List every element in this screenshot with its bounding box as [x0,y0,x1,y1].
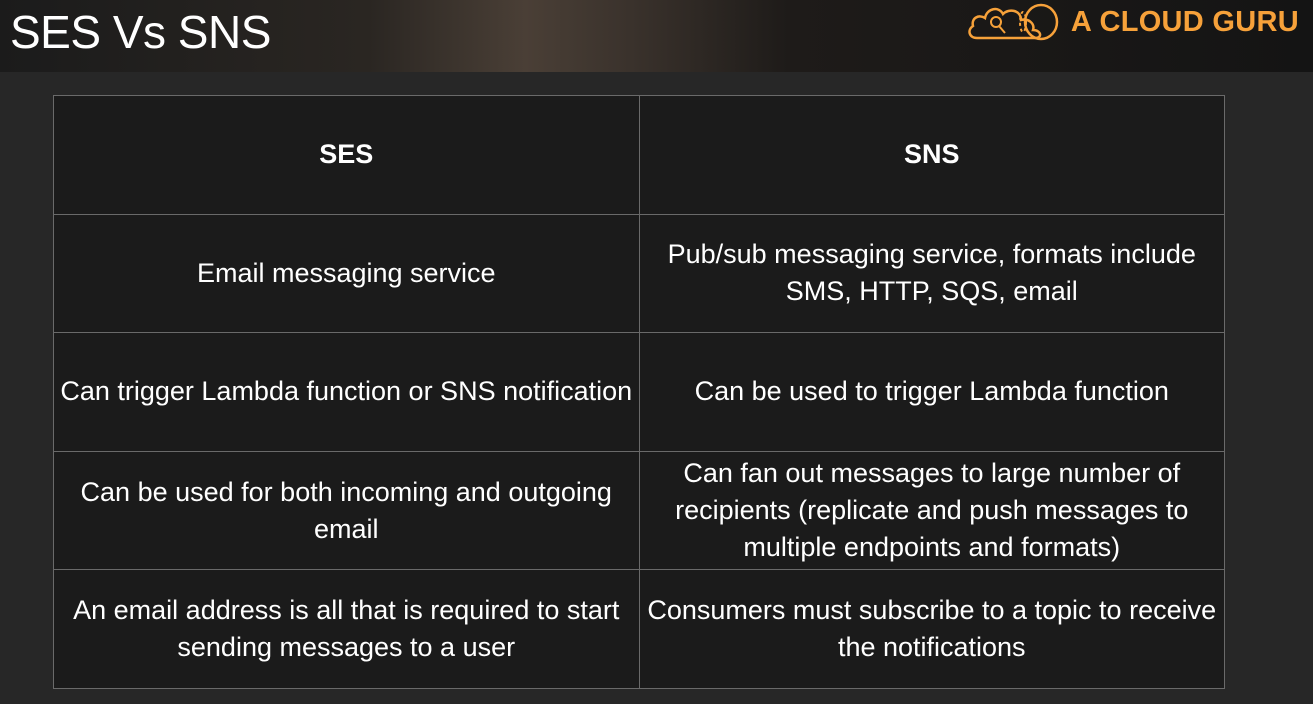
table-row: Email messaging service Pub/sub messagin… [53,213,1225,334]
table-cell-ses: Email messaging service [53,213,640,334]
slide-header: SES Vs SNS A CLOUD GURU [0,0,1313,72]
table-row: Can be used for both incoming and outgoi… [53,450,1225,571]
column-header-sns: SNS [638,95,1225,215]
table-cell-ses: Can be used for both incoming and outgoi… [53,450,640,571]
table-cell-ses: An email address is all that is required… [53,569,640,689]
table-cell-sns: Consumers must subscribe to a topic to r… [638,569,1225,689]
table-cell-ses: Can trigger Lambda function or SNS notif… [53,332,640,452]
table-row: An email address is all that is required… [53,569,1225,689]
column-header-ses: SES [53,95,640,215]
table-row: Can trigger Lambda function or SNS notif… [53,332,1225,452]
table-header-row: SES SNS [53,95,1225,215]
brand-name: A CLOUD GURU [1070,5,1299,38]
slide: SES Vs SNS A CLOUD GURU SES SNS Email me… [0,0,1313,704]
table-cell-sns: Can fan out messages to large number of … [638,450,1225,571]
comparison-table-wrapper: SES SNS Email messaging service Pub/sub … [53,95,1225,689]
comparison-table: SES SNS Email messaging service Pub/sub … [53,95,1225,689]
slide-title: SES Vs SNS [10,6,271,58]
brand: A CLOUD GURU [965,0,1299,44]
cloud-logo-icon [968,3,1059,41]
table-cell-sns: Pub/sub messaging service, formats inclu… [638,213,1225,334]
table-cell-sns: Can be used to trigger Lambda function [638,332,1225,452]
